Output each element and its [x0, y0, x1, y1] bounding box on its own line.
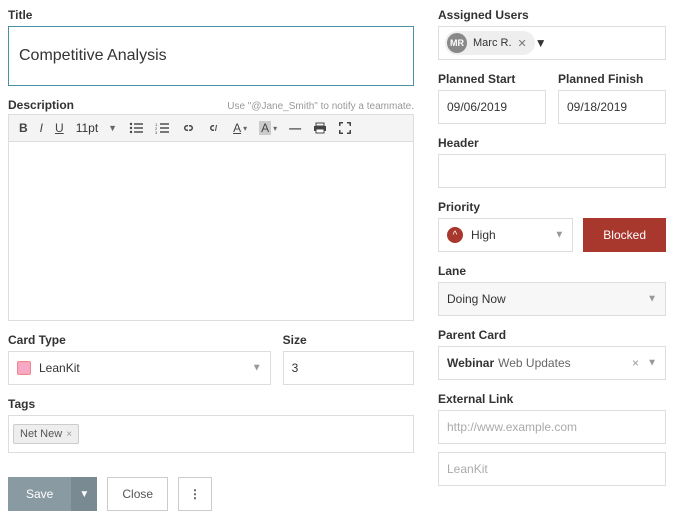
blocked-button[interactable]: Blocked — [583, 218, 666, 252]
description-hint: Use "@Jane_Smith" to notify a teammate. — [227, 101, 414, 112]
header-label: Header — [438, 136, 666, 150]
title-label: Title — [8, 8, 414, 22]
fullscreen-button[interactable] — [335, 120, 355, 136]
close-button[interactable]: Close — [107, 477, 168, 511]
ordered-list-button[interactable]: 123 — [151, 120, 173, 136]
user-chip[interactable]: MR Marc R. ✕ — [445, 31, 535, 55]
external-link-text-input[interactable] — [438, 452, 666, 486]
planned-finish-input[interactable] — [558, 90, 666, 124]
highlight-button[interactable]: A▾ — [255, 119, 281, 137]
parent-card-bold: Webinar — [447, 356, 494, 370]
editor-toolbar: B I U 11pt ▼ 123 A▾ — [8, 114, 414, 141]
lane-value: Doing Now — [447, 292, 506, 306]
chevron-down-icon: ▼ — [647, 358, 657, 369]
more-actions-button[interactable]: ⋮ — [178, 477, 212, 511]
title-input[interactable] — [8, 26, 414, 86]
size-input[interactable] — [283, 351, 414, 385]
chevron-down-icon: ▼ — [108, 123, 117, 133]
bold-button[interactable]: B — [15, 119, 32, 137]
user-remove-icon[interactable]: ✕ — [518, 37, 527, 50]
tags-input[interactable]: Net New × — [8, 415, 414, 453]
chevron-down-icon: ▼ — [647, 294, 657, 305]
planned-start-label: Planned Start — [438, 72, 546, 86]
header-input[interactable] — [438, 154, 666, 188]
font-size-select[interactable]: 11pt ▼ — [72, 119, 121, 137]
size-label: Size — [283, 333, 414, 347]
chevron-down-icon: ▼ — [535, 36, 547, 50]
parent-card-select[interactable]: Webinar Web Updates × ▼ — [438, 346, 666, 380]
card-type-select[interactable]: LeanKit ▼ — [8, 351, 271, 385]
avatar: MR — [447, 33, 467, 53]
svg-text:3: 3 — [155, 130, 158, 134]
link-button[interactable] — [177, 120, 199, 136]
save-button-group: Save ▼ — [8, 477, 97, 511]
print-button[interactable] — [309, 120, 331, 136]
description-label: Description — [8, 98, 74, 112]
card-type-swatch — [17, 361, 31, 375]
font-size-value: 11pt — [76, 121, 98, 135]
planned-finish-label: Planned Finish — [558, 72, 666, 86]
priority-label: Priority — [438, 200, 666, 214]
planned-start-input[interactable] — [438, 90, 546, 124]
description-editor[interactable] — [8, 141, 414, 321]
text-color-button[interactable]: A▾ — [229, 119, 251, 137]
chevron-down-icon: ▼ — [554, 230, 564, 241]
priority-value: High — [471, 228, 496, 242]
priority-select[interactable]: ^ High ▼ — [438, 218, 573, 252]
save-dropdown-button[interactable]: ▼ — [71, 477, 97, 511]
hr-button[interactable]: — — [285, 119, 305, 137]
underline-button[interactable]: U — [51, 119, 68, 137]
italic-button[interactable]: I — [36, 119, 47, 137]
user-name: Marc R. — [473, 37, 512, 49]
tags-label: Tags — [8, 397, 414, 411]
assigned-users-label: Assigned Users — [438, 8, 666, 22]
priority-high-icon: ^ — [447, 227, 463, 243]
tag-remove-icon[interactable]: × — [66, 429, 72, 440]
save-button[interactable]: Save — [8, 477, 71, 511]
parent-card-value: Webinar Web Updates — [447, 356, 571, 370]
parent-card-clear-icon[interactable]: × — [632, 356, 639, 370]
parent-card-rest: Web Updates — [498, 356, 571, 370]
tag-text: Net New — [20, 428, 62, 440]
chevron-down-icon: ▼ — [252, 363, 262, 374]
unordered-list-button[interactable] — [125, 120, 147, 136]
unlink-button[interactable] — [203, 120, 225, 136]
tag-chip[interactable]: Net New × — [13, 424, 79, 444]
external-link-url-input[interactable] — [438, 410, 666, 444]
parent-card-label: Parent Card — [438, 328, 666, 342]
card-type-value: LeanKit — [39, 361, 80, 375]
lane-label: Lane — [438, 264, 666, 278]
card-type-label: Card Type — [8, 333, 271, 347]
external-link-label: External Link — [438, 392, 666, 406]
assigned-users-select[interactable]: MR Marc R. ✕ ▼ — [438, 26, 666, 60]
lane-select[interactable]: Doing Now ▼ — [438, 282, 666, 316]
